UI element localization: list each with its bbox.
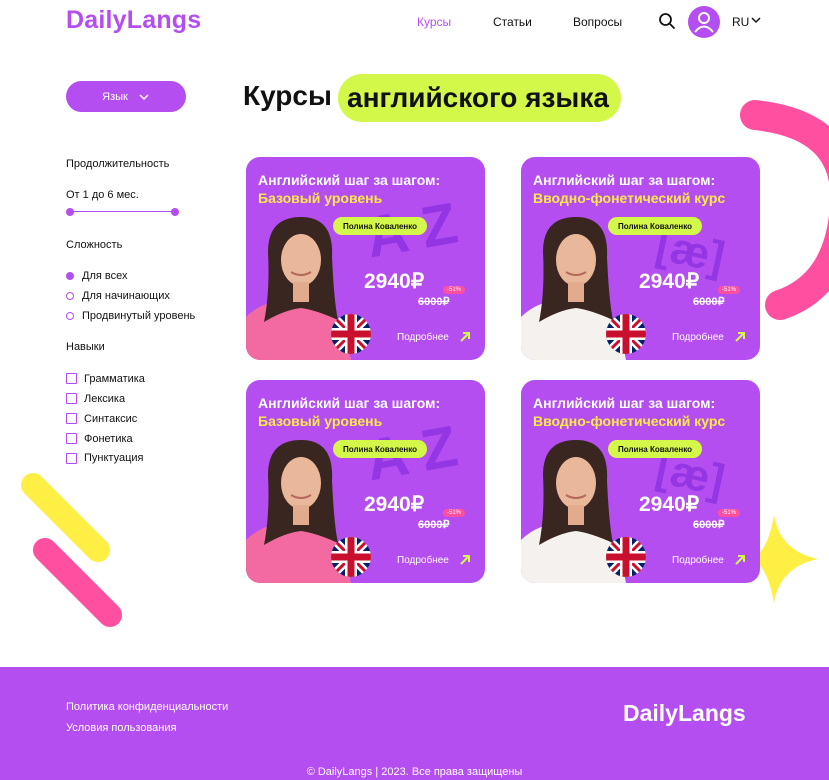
course-price: 2940₽	[364, 493, 425, 516]
course-price: 2940₽	[639, 270, 700, 293]
arrow-up-right-icon[interactable]	[734, 331, 746, 343]
skill-checkbox-vocabulary[interactable]	[66, 393, 77, 404]
decorative-yellow-star	[752, 515, 818, 603]
course-card[interactable]: A ZАнглийский шаг за шагом:Базовый урове…	[246, 157, 485, 360]
footer-logo[interactable]: DailyLangs	[623, 700, 746, 727]
language-filter-button[interactable]: Язык	[66, 81, 186, 112]
duration-slider-min-handle[interactable]	[66, 208, 74, 216]
page: DailyLangs Курсы Статьи Вопросы RU Язык …	[0, 0, 829, 780]
search-icon[interactable]	[658, 12, 676, 30]
duration-range-label: От 1 до 6 мес.	[66, 189, 139, 201]
discount-badge: -51%	[718, 509, 741, 517]
terms-of-use-link[interactable]: Условия пользования	[66, 722, 176, 734]
nav-courses[interactable]: Курсы	[417, 15, 451, 29]
difficulty-option-label[interactable]: Для начинающих	[82, 290, 170, 302]
discount-badge: -51%	[443, 509, 466, 517]
page-title-highlight: английского языка	[338, 74, 621, 122]
card-title: Английский шаг за шагом:	[258, 395, 441, 411]
difficulty-option-label[interactable]: Продвинутый уровень	[82, 310, 195, 322]
old-price: 6000₽	[418, 519, 450, 531]
nav-articles[interactable]: Статьи	[493, 15, 532, 29]
card-more-link[interactable]: Подробнее	[397, 555, 449, 566]
skill-checkbox-grammar[interactable]	[66, 373, 77, 384]
discount-badge: -51%	[443, 286, 466, 294]
tutor-badge: Полина Коваленко	[333, 440, 428, 458]
site-logo[interactable]: DailyLangs	[66, 6, 201, 35]
skill-checkbox-punctuation[interactable]	[66, 453, 77, 464]
card-subtitle: Вводно-фонетический курс	[533, 413, 726, 429]
skill-option-label[interactable]: Грамматика	[84, 373, 145, 385]
arrow-up-right-icon[interactable]	[734, 554, 746, 566]
card-subtitle: Базовый уровень	[258, 413, 383, 429]
duration-heading: Продолжительность	[66, 158, 170, 170]
card-title: Английский шаг за шагом:	[533, 395, 716, 411]
course-card[interactable]: [æ] Английский шаг за шагом: Вводно-фонети…	[521, 380, 760, 583]
chevron-down-icon[interactable]	[750, 14, 762, 26]
difficulty-heading: Сложность	[66, 239, 123, 251]
duration-slider-track[interactable]	[70, 211, 175, 212]
card-title: Английский шаг за шагом:	[533, 172, 716, 188]
card-more-link[interactable]: Подробнее	[672, 332, 724, 343]
uk-flag-icon	[331, 314, 371, 354]
footer: Политика конфиденциальности Условия поль…	[0, 667, 829, 780]
card-title: Английский шаг за шагом:	[258, 172, 441, 188]
uk-flag-icon	[606, 314, 646, 354]
uk-flag-icon	[331, 537, 371, 577]
difficulty-radio-beginner[interactable]	[66, 292, 74, 300]
discount-badge: -51%	[718, 286, 741, 294]
difficulty-radio-all[interactable]	[66, 272, 74, 280]
arrow-up-right-icon[interactable]	[459, 554, 471, 566]
tutor-badge: Полина Коваленко	[333, 217, 428, 235]
card-subtitle: Базовый уровень	[258, 190, 383, 206]
nav-questions[interactable]: Вопросы	[573, 15, 622, 29]
skill-option-label[interactable]: Фонетика	[84, 433, 133, 445]
old-price: 6000₽	[693, 296, 725, 308]
skill-option-label[interactable]: Лексика	[84, 393, 125, 405]
tutor-badge: Полина Коваленко	[608, 440, 703, 458]
course-card[interactable]: [æ] Английский шаг за шагом: Вводно-фонети…	[521, 157, 760, 360]
old-price: 6000₽	[418, 296, 450, 308]
arrow-up-right-icon[interactable]	[459, 331, 471, 343]
copyright: © DailyLangs | 2023. Все права защищены	[306, 766, 523, 778]
skill-checkbox-syntax[interactable]	[66, 413, 77, 424]
language-switch[interactable]: RU	[732, 15, 749, 29]
chevron-down-icon	[139, 93, 149, 100]
course-card[interactable]: A ZАнглийский шаг за шагом:Базовый урове…	[246, 380, 485, 583]
uk-flag-icon	[606, 537, 646, 577]
page-title: Курсы	[243, 80, 332, 111]
card-more-link[interactable]: Подробнее	[672, 555, 724, 566]
course-price: 2940₽	[364, 270, 425, 293]
card-subtitle: Вводно-фонетический курс	[533, 190, 726, 206]
difficulty-radio-advanced[interactable]	[66, 312, 74, 320]
card-more-link[interactable]: Подробнее	[397, 332, 449, 343]
old-price: 6000₽	[693, 519, 725, 531]
privacy-policy-link[interactable]: Политика конфиденциальности	[66, 701, 228, 713]
course-price: 2940₽	[639, 493, 700, 516]
skill-option-label[interactable]: Пунктуация	[84, 452, 143, 464]
skills-heading: Навыки	[66, 341, 105, 353]
tutor-badge: Полина Коваленко	[608, 217, 703, 235]
skill-option-label[interactable]: Синтаксис	[84, 413, 137, 425]
decorative-pink-bar	[33, 538, 122, 627]
duration-slider-max-handle[interactable]	[171, 208, 179, 216]
language-filter-label: Язык	[102, 90, 128, 103]
difficulty-option-label[interactable]: Для всех	[82, 270, 127, 282]
user-avatar-icon[interactable]	[688, 6, 720, 38]
skill-checkbox-phonetics[interactable]	[66, 433, 77, 444]
